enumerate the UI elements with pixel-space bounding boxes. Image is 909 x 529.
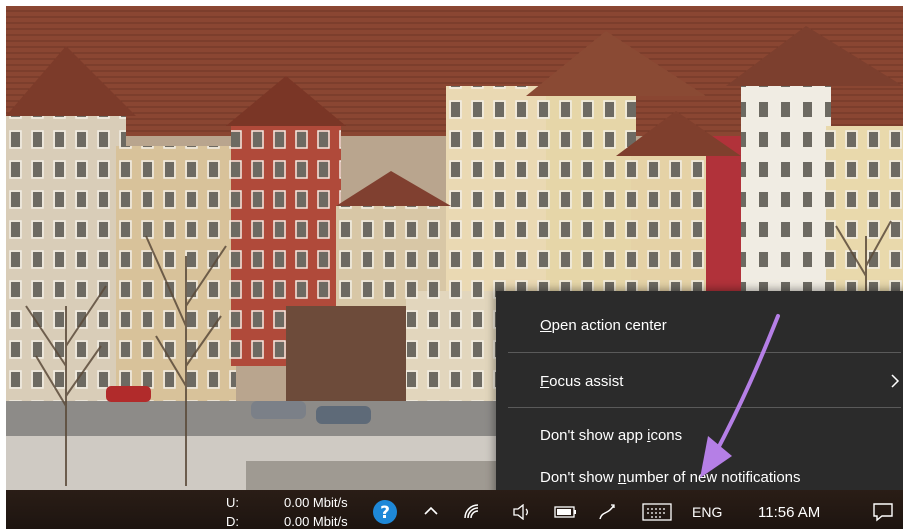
desktop: Open action center Focus assist Don't sh… [6, 6, 903, 529]
taskbar: U: D: 0.00 Mbit/s 0.00 Mbit/s ? ENG 11:5… [6, 490, 903, 529]
clock[interactable]: 11:56 AM [758, 504, 820, 521]
wifi-icon[interactable] [462, 502, 482, 522]
language-indicator[interactable]: ENG [692, 504, 722, 520]
battery-icon[interactable] [554, 505, 578, 519]
menu-item-label: Don't show number of new notifications [540, 468, 801, 486]
menu-separator [508, 407, 901, 408]
menu-item-dont-show-app-icons[interactable]: Don't show app icons [496, 415, 903, 455]
menu-item-focus-assist[interactable]: Focus assist [496, 361, 903, 401]
menu-separator [508, 352, 901, 353]
volume-icon[interactable] [512, 504, 534, 520]
help-icon[interactable]: ? [372, 499, 398, 525]
chevron-up-icon[interactable] [422, 504, 440, 518]
net-upload-value: 0.00 Mbit/s [284, 495, 348, 510]
menu-item-label: Open action center [540, 316, 667, 334]
notification-context-menu: Open action center Focus assist Don't sh… [496, 291, 903, 501]
chevron-right-icon [891, 374, 900, 388]
svg-text:?: ? [380, 503, 390, 523]
pen-icon[interactable] [596, 501, 618, 523]
net-download-label: D: [226, 514, 239, 529]
notification-icon[interactable] [872, 502, 894, 522]
keyboard-icon[interactable] [642, 503, 672, 521]
net-download-value: 0.00 Mbit/s [284, 514, 348, 529]
menu-item-label: Don't show app icons [540, 426, 683, 444]
menu-item-open-action-center[interactable]: Open action center [496, 305, 903, 345]
net-upload-label: U: [226, 495, 239, 510]
menu-item-label: Focus assist [540, 372, 624, 390]
